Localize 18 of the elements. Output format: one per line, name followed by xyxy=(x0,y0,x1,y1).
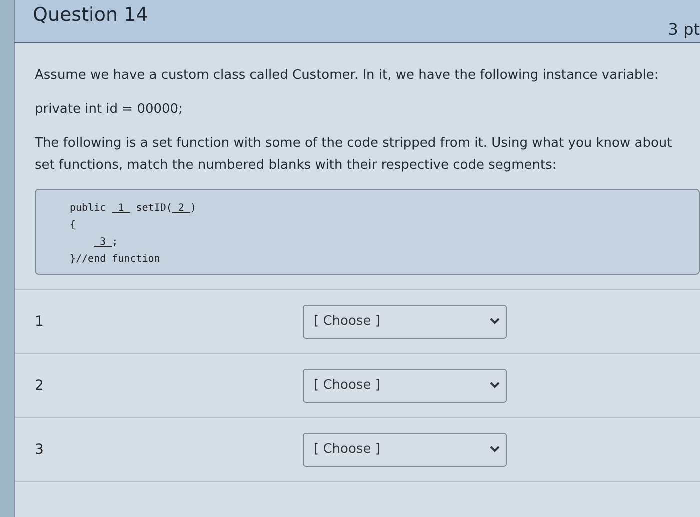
question-text: Assume we have a custom class called Customer. In it, we have the following instance variable: xyxy=(35,67,660,85)
answer-dropdown[interactable]: [ Choose ] xyxy=(303,304,507,338)
answer-dropdown[interactable]: [ Choose ] xyxy=(303,432,507,466)
chevron-down-icon xyxy=(490,318,500,325)
question-text: private int id = 00000; xyxy=(35,101,184,119)
answer-dropdown[interactable]: [ Choose ] xyxy=(303,368,507,402)
chevron-down-icon xyxy=(490,382,500,389)
code-line: public 1 setID( 2 ) xyxy=(70,202,196,216)
blank-number: 3 xyxy=(35,442,45,458)
blank-number: 1 xyxy=(35,314,45,330)
question-title: Question 14 xyxy=(33,4,148,28)
code-line: { xyxy=(70,219,76,233)
points-label: 3 pt xyxy=(668,20,700,41)
code-line: }//end function xyxy=(70,253,160,267)
blank-number: 2 xyxy=(35,378,45,394)
chevron-down-icon xyxy=(490,446,500,453)
code-line: 3 ; xyxy=(99,236,118,250)
question-text: The following is a set function with some of the code stripped from it. Using what you know about set functions, match the numbered blanks with their respective code segments: xyxy=(35,135,674,175)
